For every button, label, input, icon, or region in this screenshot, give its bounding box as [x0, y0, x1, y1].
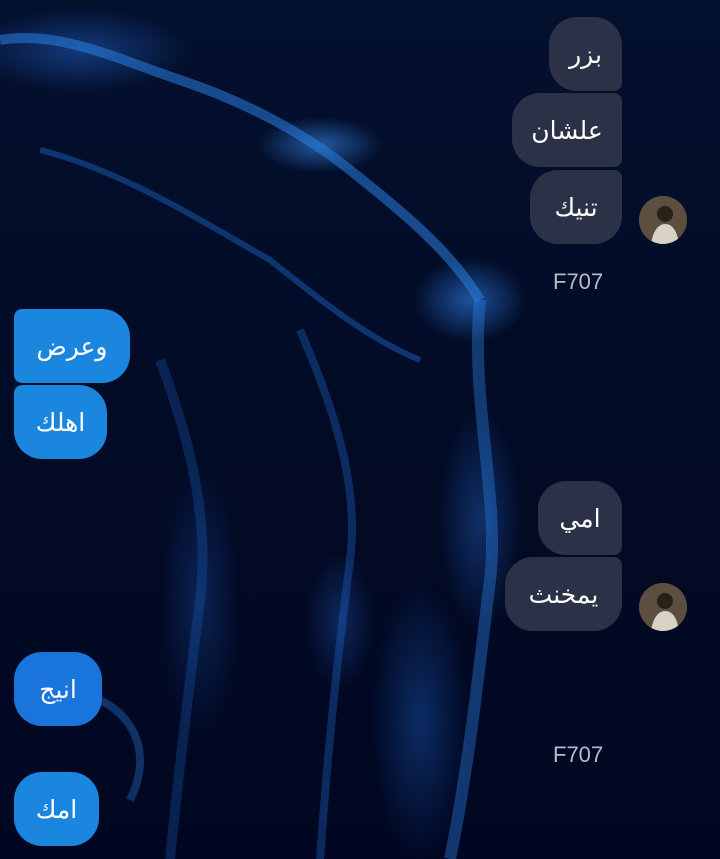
message-bubble-outgoing[interactable]: وعرض — [14, 309, 130, 383]
avatar-icon — [639, 196, 687, 244]
sender-name: F707 — [553, 742, 604, 767]
avatar-icon — [639, 583, 687, 631]
message-bubble-incoming[interactable]: يمخنث — [505, 557, 622, 631]
message-text: بزر — [569, 39, 602, 69]
sender-name: F707 — [553, 269, 604, 294]
message-text: انيج — [39, 674, 77, 704]
message-text: علشان — [531, 115, 603, 145]
message-text: اهلك — [35, 407, 86, 437]
sender-avatar[interactable] — [639, 583, 687, 631]
message-bubble-outgoing[interactable]: انيج — [14, 652, 102, 726]
message-bubble-incoming[interactable]: علشان — [512, 93, 622, 167]
message-bubble-outgoing[interactable]: امك — [14, 772, 99, 846]
sender-avatar[interactable] — [639, 196, 687, 244]
message-bubble-outgoing[interactable]: اهلك — [14, 385, 107, 459]
message-text: تنيك — [554, 192, 598, 222]
message-text: امك — [35, 794, 78, 824]
message-text: امي — [559, 503, 601, 533]
message-text: وعرض — [36, 331, 108, 361]
message-bubble-incoming[interactable]: امي — [538, 481, 622, 555]
message-text: يمخنث — [528, 579, 599, 609]
message-bubble-incoming[interactable]: تنيك — [530, 170, 622, 244]
message-bubble-incoming[interactable]: بزر — [549, 17, 622, 91]
